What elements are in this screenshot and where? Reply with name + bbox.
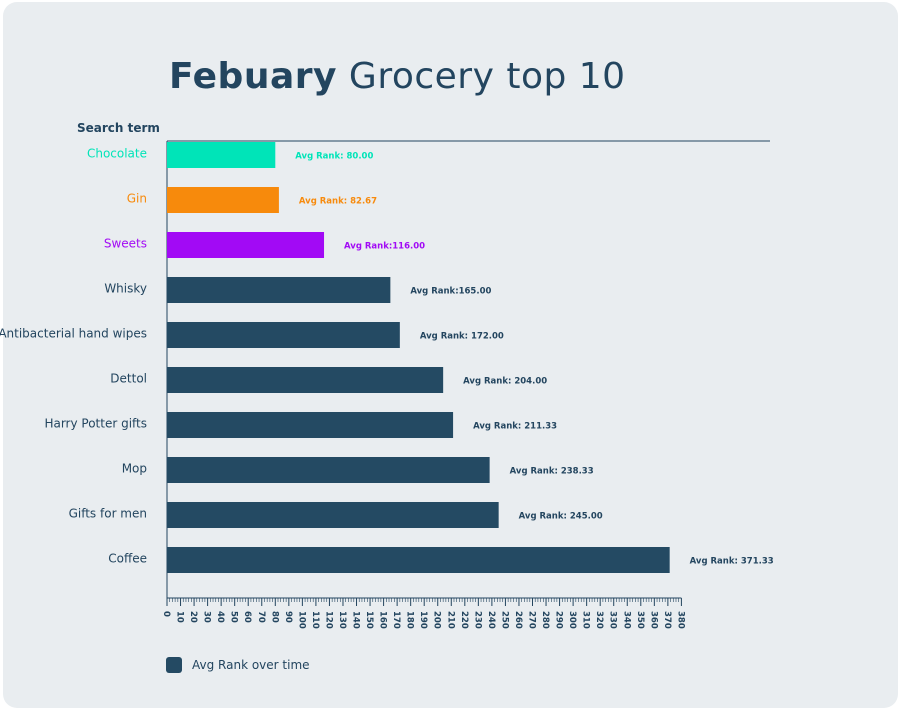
x-tick-label: 330 [608,611,618,629]
bar [167,277,391,303]
category-label: Coffee [108,552,147,566]
bar [167,232,325,258]
x-tick-label: 180 [405,611,415,629]
bar [167,142,276,168]
x-tick-label: 190 [418,611,428,629]
x-tick-label: 290 [554,611,564,629]
x-tick-label: 120 [323,611,333,629]
category-label: Gifts for men [69,507,147,521]
category-label: Antibacterial hand wipes [0,327,147,341]
x-tick-label: 30 [202,611,212,623]
x-tick-label: 260 [513,611,523,629]
bar [167,457,490,483]
data-label: Avg Rank: 172.00 [420,332,504,342]
category-label: Sweets [104,237,147,251]
x-tick-label: 90 [283,611,293,623]
x-tick-label: 280 [540,611,550,629]
legend-swatch [166,657,182,673]
bar-chart: Chocolate Avg Rank: 80.00 Gin Avg Rank: 82.… [0,140,774,629]
x-tick-label: 10 [175,611,185,623]
x-tick-label: 170 [391,611,401,629]
x-tick-label: 300 [567,611,577,629]
x-tick-label: 250 [499,611,509,629]
x-tick-label: 220 [459,611,469,629]
x-tick-label: 320 [594,611,604,629]
data-label: Avg Rank:165.00 [410,287,491,297]
bar [167,322,400,348]
x-tick-label: 380 [675,611,685,629]
x-tick-label: 140 [351,611,361,629]
x-tick-label: 130 [337,611,347,629]
x-tick-label: 100 [296,611,306,629]
x-tick-label: 340 [621,611,631,629]
x-tick-label: 20 [188,611,198,623]
bar [167,187,279,213]
category-label: Dettol [110,372,147,386]
data-label: Avg Rank: 80.00 [295,152,373,162]
x-tick-label: 350 [635,611,645,629]
category-label: Whisky [104,282,147,296]
x-tick-label: 360 [648,611,658,629]
x-tick-label: 160 [378,611,388,629]
x-tick-label: 60 [242,611,252,623]
category-label: Gin [127,192,147,206]
data-label: Avg Rank: 238.33 [510,467,594,477]
x-tick-label: 70 [256,611,266,623]
category-label: Harry Potter gifts [44,417,147,431]
bar [167,502,499,528]
x-tick-label: 240 [486,611,496,629]
x-tick-label: 80 [269,611,279,623]
x-tick-label: 370 [662,611,672,629]
x-tick-label: 50 [229,611,239,623]
x-tick-label: 210 [445,611,455,629]
bar [167,547,670,573]
bar [167,412,454,438]
category-label: Chocolate [87,147,147,161]
data-label: Avg Rank: 245.00 [519,512,603,522]
x-tick-label: 0 [161,611,171,617]
x-tick-label: 310 [581,611,591,629]
x-tick-label: 40 [215,611,225,623]
data-label: Avg Rank: 82.67 [299,197,377,207]
data-label: Avg Rank:116.00 [344,242,425,252]
x-tick-label: 110 [310,611,320,629]
data-label: Avg Rank: 204.00 [463,377,547,387]
data-label: Avg Rank: 371.33 [690,557,774,567]
x-tick-label: 270 [526,611,536,629]
data-label: Avg Rank: 211.33 [473,422,557,432]
legend-label: Avg Rank over time [192,658,310,672]
x-tick-label: 200 [432,611,442,629]
legend: Avg Rank over time [166,657,310,673]
x-tick-label: 150 [364,611,374,629]
x-tick-label: 230 [472,611,482,629]
category-label: Mop [122,462,147,476]
bar [167,367,444,393]
